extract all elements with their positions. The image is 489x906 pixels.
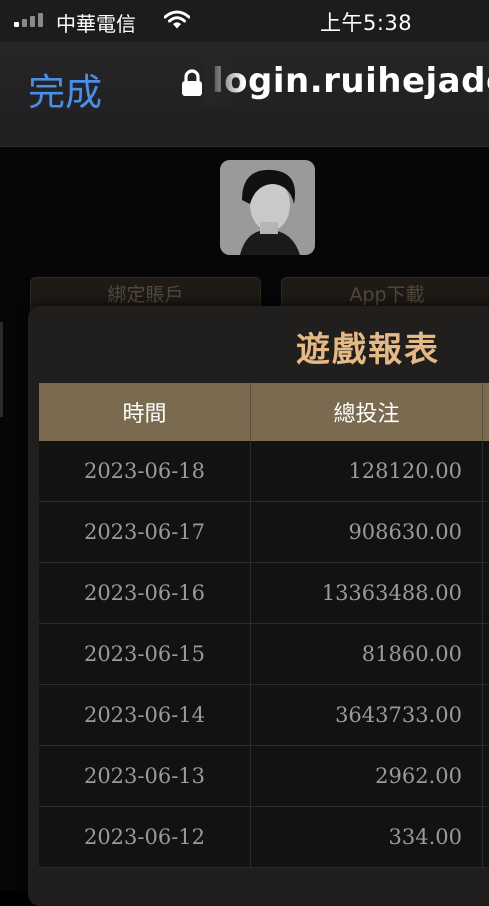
status-bar: 中華電信 上午5:38 (0, 0, 489, 42)
modal-title: 遊戲報表 (296, 330, 440, 370)
table-body: 2023-06-18 128120.00 2023-06-17 908630.00 20… (39, 441, 489, 868)
cell-total-bet: 334.00 (251, 807, 483, 867)
lock-icon (182, 69, 202, 96)
cell-total-bet: 128120.00 (251, 441, 483, 501)
table-row: 2023-06-18 128120.00 (39, 441, 489, 502)
wifi-icon (164, 10, 190, 29)
cell-extra (483, 563, 489, 623)
report-table: 時間 總投注 2023-06-18 128120.00 2023-06-17 9086… (39, 383, 489, 868)
cell-extra (483, 746, 489, 806)
column-header-total-bet: 總投注 (251, 383, 483, 441)
cell-date: 2023-06-12 (39, 807, 251, 867)
cell-extra (483, 441, 489, 501)
cell-date: 2023-06-14 (39, 685, 251, 745)
column-header-extra (483, 383, 489, 441)
cell-total-bet: 2962.00 (251, 746, 483, 806)
user-avatar (220, 160, 315, 255)
cell-date: 2023-06-15 (39, 624, 251, 684)
table-row: 2023-06-16 13363488.00 (39, 563, 489, 624)
cell-total-bet: 3643733.00 (251, 685, 483, 745)
browser-toolbar: 完成 login.ruihejade.com (0, 42, 489, 147)
cell-total-bet: 81860.00 (251, 624, 483, 684)
cell-extra (483, 807, 489, 867)
url-fade (204, 56, 244, 106)
cellular-signal-icon (14, 11, 48, 27)
table-header: 時間 總投注 (39, 383, 489, 441)
cell-date: 2023-06-16 (39, 563, 251, 623)
status-time: 上午5:38 (320, 11, 413, 35)
game-report-modal: 遊戲報表 時間 總投注 2023-06-18 128120.00 2023-06-1… (28, 306, 489, 906)
column-header-time: 時間 (39, 383, 251, 441)
table-row: 2023-06-15 81860.00 (39, 624, 489, 685)
table-row: 2023-06-14 3643733.00 (39, 685, 489, 746)
cell-extra (483, 624, 489, 684)
cell-date: 2023-06-13 (39, 746, 251, 806)
side-divider (0, 322, 3, 417)
table-row: 2023-06-12 334.00 (39, 807, 489, 868)
cell-extra (483, 502, 489, 562)
done-button[interactable]: 完成 (28, 62, 102, 116)
cell-total-bet: 908630.00 (251, 502, 483, 562)
carrier-name: 中華電信 (56, 12, 136, 36)
cell-date: 2023-06-17 (39, 502, 251, 562)
cell-date: 2023-06-18 (39, 441, 251, 501)
url-text[interactable]: login.ruihejade.com (212, 61, 489, 101)
cell-total-bet: 13363488.00 (251, 563, 483, 623)
table-row: 2023-06-13 2962.00 (39, 746, 489, 807)
table-row: 2023-06-17 908630.00 (39, 502, 489, 563)
cell-extra (483, 685, 489, 745)
